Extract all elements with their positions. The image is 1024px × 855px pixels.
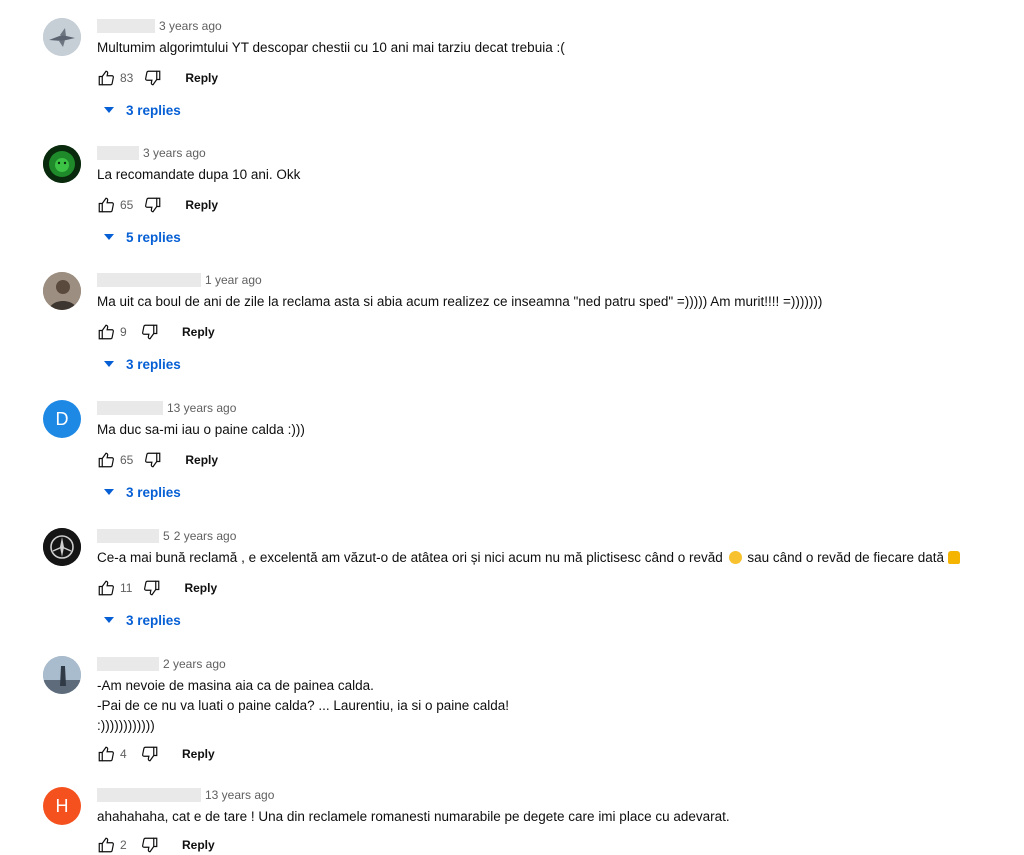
comment-text: Multumim algorimtului YT descopar chesti…: [97, 40, 565, 55]
jet-avatar-image: [43, 18, 81, 56]
thumb-down-icon[interactable]: [140, 835, 160, 855]
author-name[interactable]: [97, 788, 201, 802]
comment-header: 5 2 years ago: [97, 528, 236, 544]
like-count: 4: [120, 747, 127, 761]
replies-count: 5 replies: [126, 229, 181, 245]
comment-time[interactable]: 13 years ago: [205, 788, 274, 802]
thumbs-up-emoji-icon: [947, 551, 960, 564]
thumb-down-icon[interactable]: [142, 578, 162, 598]
avatar[interactable]: D: [43, 400, 81, 438]
chevron-down-icon: [104, 107, 114, 113]
comment-header: 3 years ago: [97, 145, 206, 161]
comment-text-part: Ce-a mai bună reclamă , e excelentă am v…: [97, 550, 723, 565]
replies-count: 3 replies: [126, 102, 181, 118]
comment-header: 3 years ago: [97, 18, 222, 34]
comment-header: 1 year ago: [97, 272, 262, 288]
view-replies-button[interactable]: 3 replies: [104, 482, 181, 502]
author-name[interactable]: [97, 146, 139, 160]
author-name[interactable]: [97, 273, 201, 287]
comment-actions: 9 Reply: [96, 322, 215, 342]
reply-button[interactable]: Reply: [184, 581, 217, 595]
comment-time[interactable]: 2 years ago: [163, 657, 226, 671]
comment-time[interactable]: 2 years ago: [174, 529, 237, 543]
view-replies-button[interactable]: 5 replies: [104, 227, 181, 247]
person-avatar-image: [43, 272, 81, 310]
replies-count: 3 replies: [126, 612, 181, 628]
comment-actions: 83 Reply: [96, 68, 218, 88]
thumb-up-icon[interactable]: [96, 195, 116, 215]
chevron-down-icon: [104, 489, 114, 495]
avatar[interactable]: H: [43, 787, 81, 825]
view-replies-button[interactable]: 3 replies: [104, 354, 181, 374]
comment-header: 13 years ago: [97, 400, 236, 416]
author-name[interactable]: [97, 529, 159, 543]
thumb-up-icon[interactable]: [96, 450, 116, 470]
comment-actions: 65 Reply: [96, 450, 218, 470]
comment-actions: 4 Reply: [96, 744, 215, 764]
comment-header: 13 years ago: [97, 787, 274, 803]
lion-avatar-image: [43, 145, 81, 183]
chevron-down-icon: [104, 617, 114, 623]
reply-button[interactable]: Reply: [182, 838, 215, 852]
comment-actions: 2 Reply: [96, 835, 215, 855]
comment-text: Ma duc sa-mi iau o paine calda :))): [97, 422, 305, 437]
thumb-down-icon[interactable]: [140, 744, 160, 764]
avatar[interactable]: [43, 528, 81, 566]
car-logo-avatar-image: [43, 528, 81, 566]
replies-count: 3 replies: [126, 356, 181, 372]
reply-button[interactable]: Reply: [185, 198, 218, 212]
comment-time[interactable]: 3 years ago: [159, 19, 222, 33]
reply-button[interactable]: Reply: [185, 453, 218, 467]
like-count: 2: [120, 838, 127, 852]
grin-emoji-icon: [728, 551, 742, 564]
author-name[interactable]: [97, 657, 159, 671]
comment-header: 2 years ago: [97, 656, 226, 672]
reply-button[interactable]: Reply: [182, 325, 215, 339]
thumb-up-icon[interactable]: [96, 68, 116, 88]
avatar-letter: D: [55, 408, 69, 429]
comment-text: -Am nevoie de masina aia ca de painea ca…: [97, 678, 510, 733]
author-name[interactable]: [97, 401, 163, 415]
chevron-down-icon: [104, 361, 114, 367]
replies-count: 3 replies: [126, 484, 181, 500]
avatar[interactable]: [43, 145, 81, 183]
thumb-up-icon[interactable]: [96, 578, 116, 598]
comment-text-part: sau când o revăd de fiecare dată: [747, 550, 944, 565]
view-replies-button[interactable]: 3 replies: [104, 610, 181, 630]
like-count: 65: [120, 198, 134, 212]
thumb-up-icon[interactable]: [96, 744, 116, 764]
like-count: 11: [120, 581, 133, 595]
thumb-down-icon[interactable]: [143, 195, 163, 215]
comment-actions: 65 Reply: [96, 195, 218, 215]
comment-text: Ma uit ca boul de ani de zile la reclama…: [97, 294, 823, 309]
avatar[interactable]: [43, 272, 81, 310]
comment-actions: 11 Reply: [96, 578, 217, 598]
comment-time[interactable]: 13 years ago: [167, 401, 236, 415]
chevron-down-icon: [104, 234, 114, 240]
thumb-up-icon[interactable]: [96, 322, 116, 342]
thumb-down-icon[interactable]: [140, 322, 160, 342]
like-count: 83: [120, 71, 134, 85]
reply-button[interactable]: Reply: [182, 747, 215, 761]
comment-time[interactable]: 3 years ago: [143, 146, 206, 160]
author-name[interactable]: [97, 19, 155, 33]
avatar-letter: H: [55, 795, 69, 816]
comment-text: ahahahaha, cat e de tare ! Una din recla…: [97, 809, 730, 824]
comment-time[interactable]: 1 year ago: [205, 273, 262, 287]
landscape-avatar-image: [43, 656, 81, 694]
avatar[interactable]: [43, 18, 81, 56]
like-count: 65: [120, 453, 134, 467]
comment-text: La recomandate dupa 10 ani. Okk: [97, 167, 301, 182]
avatar[interactable]: [43, 656, 81, 694]
like-count: 9: [120, 325, 127, 339]
view-replies-button[interactable]: 3 replies: [104, 100, 181, 120]
thumb-down-icon[interactable]: [143, 450, 163, 470]
comment-text: Ce-a mai bună reclamă , e excelentă am v…: [97, 548, 960, 568]
author-suffix: 5: [163, 529, 170, 543]
thumb-down-icon[interactable]: [143, 68, 163, 88]
reply-button[interactable]: Reply: [185, 71, 218, 85]
thumb-up-icon[interactable]: [96, 835, 116, 855]
